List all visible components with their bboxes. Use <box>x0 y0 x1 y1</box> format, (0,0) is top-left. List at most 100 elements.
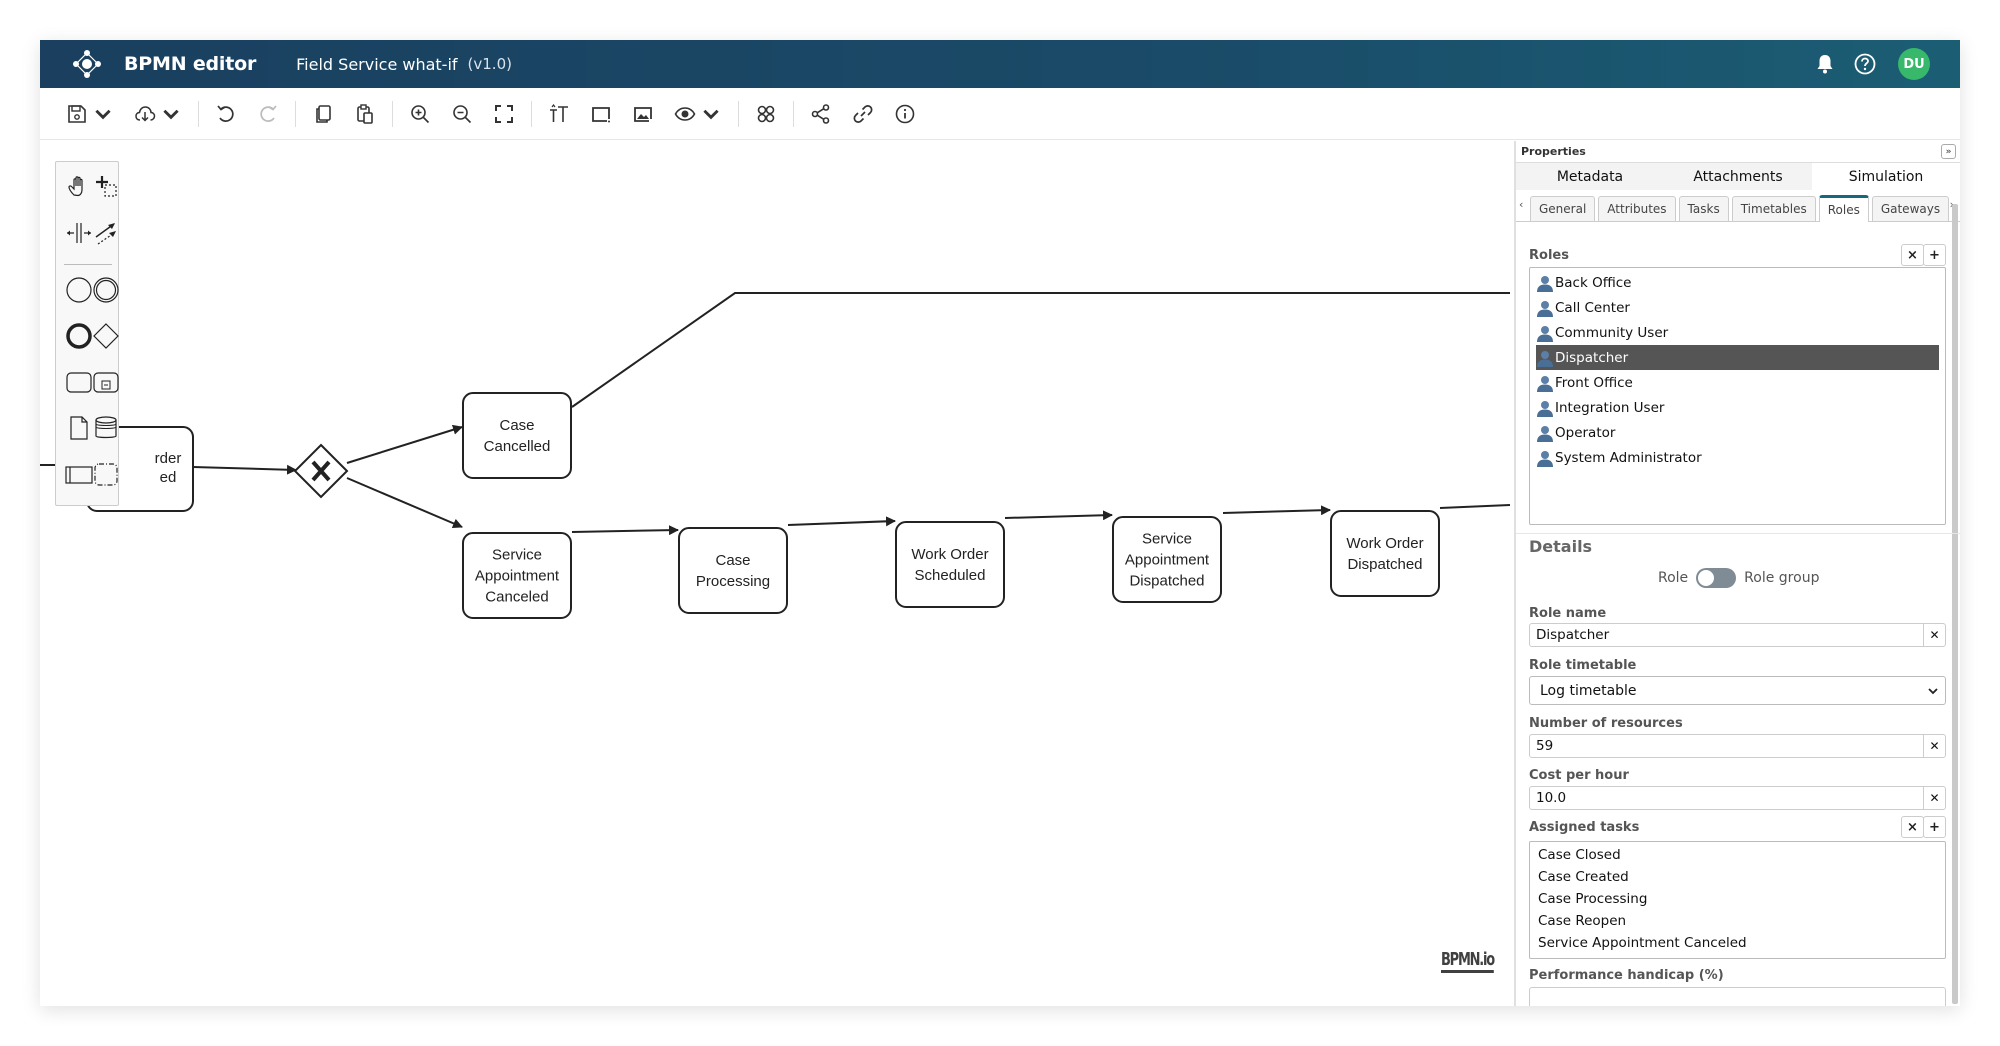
tab-attachments[interactable]: Attachments <box>1664 163 1812 190</box>
sequence-flow[interactable] <box>571 292 1510 408</box>
view-button[interactable] <box>664 96 732 132</box>
sequence-flow[interactable] <box>192 464 297 475</box>
zoom-out-button[interactable] <box>441 96 483 132</box>
cost-field[interactable]: 10.0 ✕ <box>1529 786 1946 810</box>
document-title[interactable]: Field Service what-if <box>296 55 457 74</box>
logo-icon[interactable] <box>72 49 102 79</box>
handicap-field[interactable] <box>1529 987 1946 1006</box>
start-event-tool[interactable] <box>64 275 94 305</box>
participant-tool[interactable] <box>64 459 94 489</box>
bell-icon[interactable] <box>1814 53 1836 75</box>
export-image-button[interactable] <box>622 96 664 132</box>
paste-button[interactable] <box>344 96 386 132</box>
sequence-flow[interactable] <box>1004 510 1113 521</box>
add-task-button[interactable]: + <box>1923 816 1946 838</box>
role-item[interactable]: Dispatcher <box>1536 345 1939 370</box>
role-item[interactable]: Front Office <box>1530 370 1945 395</box>
global-connect-tool[interactable] <box>91 218 121 248</box>
collapse-panel-button[interactable]: » <box>1941 144 1956 159</box>
assigned-task-item[interactable]: Case Closed <box>1530 844 1945 866</box>
hand-tool[interactable] <box>64 172 94 202</box>
clear-cost-button[interactable]: ✕ <box>1923 787 1945 809</box>
role-group-toggle[interactable] <box>1696 568 1737 588</box>
subtab-timetables[interactable]: Timetables <box>1731 196 1816 221</box>
undo-button[interactable] <box>205 96 247 132</box>
task-shape[interactable] <box>895 521 1005 608</box>
sequence-flow[interactable] <box>346 477 463 529</box>
cost-value[interactable]: 10.0 <box>1530 790 1923 806</box>
export-svg-button[interactable] <box>580 96 622 132</box>
resources-field[interactable]: 59 ✕ <box>1529 734 1946 758</box>
panel-scrollbar[interactable] <box>1952 204 1958 1004</box>
text-size-button[interactable] <box>538 96 580 132</box>
zoom-in-button[interactable] <box>399 96 441 132</box>
diagram-canvas[interactable]: rder ed Case Cancelled Service Appointment Ca… <box>40 141 1510 1006</box>
role-item[interactable]: Back Office <box>1530 270 1945 295</box>
assigned-task-item[interactable]: Service Appointment Canceled <box>1530 932 1945 954</box>
task-wo-dispatched[interactable]: Work Order Dispatched <box>1330 510 1440 597</box>
info-button[interactable] <box>884 96 926 132</box>
assigned-task-item[interactable]: Case Processing <box>1530 888 1945 910</box>
download-button[interactable] <box>124 96 192 132</box>
sequence-flow[interactable] <box>1222 505 1331 516</box>
group-tool[interactable] <box>91 459 121 489</box>
clear-role-name-button[interactable]: ✕ <box>1923 624 1945 646</box>
gateway-tool[interactable] <box>91 321 121 351</box>
task-case-processing[interactable]: Case Processing <box>678 527 788 614</box>
share-button[interactable] <box>800 96 842 132</box>
role-item[interactable]: System Administrator <box>1530 445 1945 470</box>
role-name-value[interactable]: Dispatcher <box>1530 627 1923 643</box>
task-tool[interactable] <box>64 367 94 397</box>
help-icon[interactable] <box>1854 53 1876 75</box>
subtab-tasks[interactable]: Tasks <box>1678 196 1729 221</box>
role-item[interactable]: Operator <box>1530 420 1945 445</box>
task-shape[interactable] <box>678 527 788 614</box>
resources-value[interactable]: 59 <box>1530 738 1923 754</box>
task-sa-dispatched[interactable]: Service Appointment Dispatched <box>1112 516 1222 603</box>
tab-metadata[interactable]: Metadata <box>1516 163 1664 190</box>
remove-role-button[interactable]: × <box>1901 244 1924 266</box>
sequence-flow[interactable] <box>571 525 679 536</box>
end-event-tool[interactable] <box>64 321 94 351</box>
task-shape[interactable] <box>1330 510 1440 597</box>
subtab-roles[interactable]: Roles <box>1818 195 1869 222</box>
subtab-general[interactable]: General <box>1530 196 1596 221</box>
clear-resources-button[interactable]: ✕ <box>1923 735 1945 757</box>
roles-list[interactable]: Back Office Call Center Community User Disp… <box>1529 267 1946 525</box>
role-item[interactable]: Call Center <box>1530 295 1945 320</box>
role-item[interactable]: Community User <box>1530 320 1945 345</box>
exclusive-gateway[interactable] <box>293 443 349 499</box>
lasso-tool[interactable] <box>91 172 121 202</box>
space-tool[interactable] <box>64 218 94 248</box>
intermediate-event-tool[interactable] <box>91 275 121 305</box>
tabs-scroll-left-icon[interactable]: ‹ <box>1519 198 1523 211</box>
task-sa-canceled[interactable]: Service Appointment Canceled <box>462 532 572 619</box>
role-timetable-select[interactable]: Log timetable <box>1529 676 1946 705</box>
task-case-cancelled[interactable]: Case Cancelled <box>462 392 572 479</box>
save-button[interactable] <box>56 96 124 132</box>
role-item[interactable]: Integration User <box>1530 395 1945 420</box>
fit-viewport-button[interactable] <box>483 96 525 132</box>
sequence-flow[interactable] <box>787 516 896 527</box>
remove-task-button[interactable]: × <box>1901 816 1924 838</box>
sequence-flow[interactable] <box>346 424 463 464</box>
role-name-field[interactable]: Dispatcher ✕ <box>1529 623 1946 647</box>
link-button[interactable] <box>842 96 884 132</box>
redo-button[interactable] <box>247 96 289 132</box>
data-object-tool[interactable] <box>64 413 94 443</box>
assigned-task-item[interactable]: Case Created <box>1530 866 1945 888</box>
bpmn-diagram[interactable]: rder ed Case CancelledService Appointment Ca… <box>40 141 1510 1006</box>
sequence-flow[interactable] <box>1439 504 1510 509</box>
assigned-tasks-list[interactable]: Case Closed Case Created Case Processing Ca… <box>1529 841 1946 959</box>
subprocess-tool[interactable] <box>91 367 121 397</box>
data-store-tool[interactable] <box>91 413 121 443</box>
assigned-task-item[interactable]: Case Reopen <box>1530 910 1945 932</box>
user-avatar[interactable]: DU <box>1898 48 1930 80</box>
subtab-gateways[interactable]: Gateways <box>1871 196 1950 221</box>
tab-simulation[interactable]: Simulation <box>1812 163 1960 190</box>
simulation-button[interactable] <box>745 96 787 132</box>
add-role-button[interactable]: + <box>1923 244 1946 266</box>
copy-button[interactable] <box>302 96 344 132</box>
subtab-attributes[interactable]: Attributes <box>1598 196 1676 221</box>
task-wo-scheduled[interactable]: Work Order Scheduled <box>895 521 1005 608</box>
